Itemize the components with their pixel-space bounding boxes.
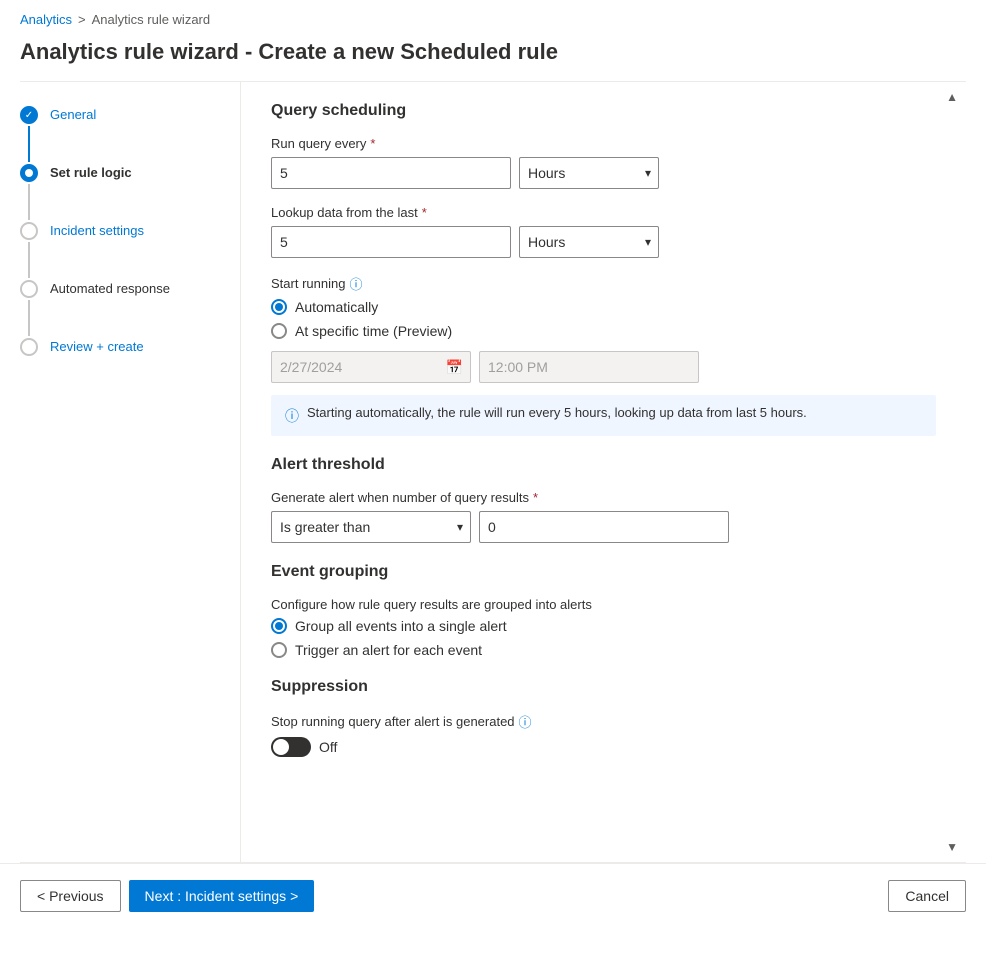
lookup-data-label: Lookup data from the last * <box>271 205 936 220</box>
threshold-value-input[interactable] <box>479 511 729 543</box>
next-button[interactable]: Next : Incident settings > <box>129 880 315 912</box>
radio-btn-specific-time[interactable] <box>271 323 287 339</box>
step-label-review-create[interactable]: Review + create <box>50 338 144 374</box>
radio-automatically[interactable]: Automatically <box>271 299 936 315</box>
run-query-label: Run query every * <box>271 136 936 151</box>
start-running-radio-group: Automatically At specific time (Preview) <box>271 299 936 339</box>
step-label-incident-settings[interactable]: Incident settings <box>50 222 144 258</box>
radio-each-event[interactable]: Trigger an alert for each event <box>271 642 936 658</box>
step-circle-review-create <box>20 338 38 356</box>
date-input <box>271 351 471 383</box>
radio-label-specific-time: At specific time (Preview) <box>295 323 452 339</box>
footer: < Previous Next : Incident settings > Ca… <box>0 863 986 928</box>
wizard-step-set-rule-logic: Set rule logic <box>20 164 240 222</box>
content-area: ▲ Query scheduling Run query every * Hou… <box>240 82 966 862</box>
run-query-input[interactable] <box>271 157 511 189</box>
radio-btn-single-alert[interactable] <box>271 618 287 634</box>
start-running-label: Start running ⓘ <box>271 274 936 293</box>
radio-label-single-alert: Group all events into a single alert <box>295 618 507 634</box>
start-running-tooltip: ⓘ <box>349 274 362 293</box>
step-line-1 <box>28 126 30 162</box>
step-circle-general <box>20 106 38 124</box>
breadcrumb-separator: > <box>78 12 86 27</box>
date-input-wrapper: 📅 <box>271 351 471 383</box>
event-grouping-section: Event grouping Configure how rule query … <box>271 563 936 658</box>
suppression-toggle-wrapper: Off <box>271 737 936 757</box>
step-line-3 <box>28 242 30 278</box>
step-line-2 <box>28 184 30 220</box>
main-layout: General Set rule logic Incident settings <box>20 82 966 862</box>
step-circle-set-rule-logic <box>20 164 38 182</box>
event-grouping-radio-group: Group all events into a single alert Tri… <box>271 618 936 658</box>
suppression-toggle[interactable] <box>271 737 311 757</box>
time-input <box>479 351 699 383</box>
alert-threshold-heading: Alert threshold <box>271 456 936 474</box>
scroll-down-indicator[interactable]: ▼ <box>946 840 958 854</box>
wizard-step-review-create: Review + create <box>20 338 240 374</box>
info-box-icon: ⓘ <box>285 406 299 426</box>
query-scheduling-section: Query scheduling Run query every * Hours… <box>271 102 936 436</box>
generate-alert-label: Generate alert when number of query resu… <box>271 490 936 505</box>
threshold-row: Is greater than Is less than Is equal to <box>271 511 936 543</box>
run-query-unit-select[interactable]: Hours Minutes Days <box>519 157 659 189</box>
run-query-unit-wrapper: Hours Minutes Days <box>519 157 659 189</box>
stop-running-label: Stop running query after alert is genera… <box>271 712 936 731</box>
lookup-data-row: Hours Minutes Days <box>271 226 936 258</box>
alert-threshold-section: Alert threshold Generate alert when numb… <box>271 456 936 543</box>
lookup-data-input[interactable] <box>271 226 511 258</box>
radio-btn-each-event[interactable] <box>271 642 287 658</box>
suppression-toggle-label: Off <box>319 739 337 755</box>
radio-label-each-event: Trigger an alert for each event <box>295 642 482 658</box>
breadcrumb: Analytics > Analytics rule wizard <box>0 0 986 31</box>
step-label-set-rule-logic: Set rule logic <box>50 164 132 200</box>
step-circle-automated-response <box>20 280 38 298</box>
radio-specific-time[interactable]: At specific time (Preview) <box>271 323 936 339</box>
step-label-automated-response: Automated response <box>50 280 170 316</box>
step-line-4 <box>28 300 30 336</box>
configure-grouping-label: Configure how rule query results are gro… <box>271 597 936 612</box>
threshold-condition-wrapper: Is greater than Is less than Is equal to <box>271 511 471 543</box>
suppression-heading: Suppression <box>271 678 936 696</box>
cancel-button[interactable]: Cancel <box>888 880 966 912</box>
breadcrumb-current: Analytics rule wizard <box>92 12 211 27</box>
stop-running-tooltip: ⓘ <box>519 712 532 731</box>
wizard-step-automated-response: Automated response <box>20 280 240 338</box>
page-title: Analytics rule wizard - Create a new Sch… <box>0 31 986 81</box>
breadcrumb-root[interactable]: Analytics <box>20 12 72 27</box>
info-box-text: Starting automatically, the rule will ru… <box>307 405 807 420</box>
calendar-icon: 📅 <box>446 359 463 376</box>
datetime-row: 📅 <box>271 351 936 383</box>
threshold-condition-select[interactable]: Is greater than Is less than Is equal to <box>271 511 471 543</box>
wizard-step-general: General <box>20 106 240 164</box>
radio-single-alert[interactable]: Group all events into a single alert <box>271 618 936 634</box>
wizard-step-incident-settings: Incident settings <box>20 222 240 280</box>
wizard-steps: General Set rule logic Incident settings <box>20 82 240 862</box>
step-label-general[interactable]: General <box>50 106 96 142</box>
scroll-up-indicator[interactable]: ▲ <box>946 90 958 104</box>
run-query-row: Hours Minutes Days <box>271 157 936 189</box>
radio-btn-automatically[interactable] <box>271 299 287 315</box>
lookup-data-unit-wrapper: Hours Minutes Days <box>519 226 659 258</box>
step-circle-incident-settings <box>20 222 38 240</box>
lookup-data-unit-select[interactable]: Hours Minutes Days <box>519 226 659 258</box>
event-grouping-heading: Event grouping <box>271 563 936 581</box>
previous-button[interactable]: < Previous <box>20 880 121 912</box>
query-scheduling-heading: Query scheduling <box>271 102 936 120</box>
info-box: ⓘ Starting automatically, the rule will … <box>271 395 936 436</box>
suppression-section: Suppression Stop running query after ale… <box>271 678 936 757</box>
radio-label-automatically: Automatically <box>295 299 378 315</box>
